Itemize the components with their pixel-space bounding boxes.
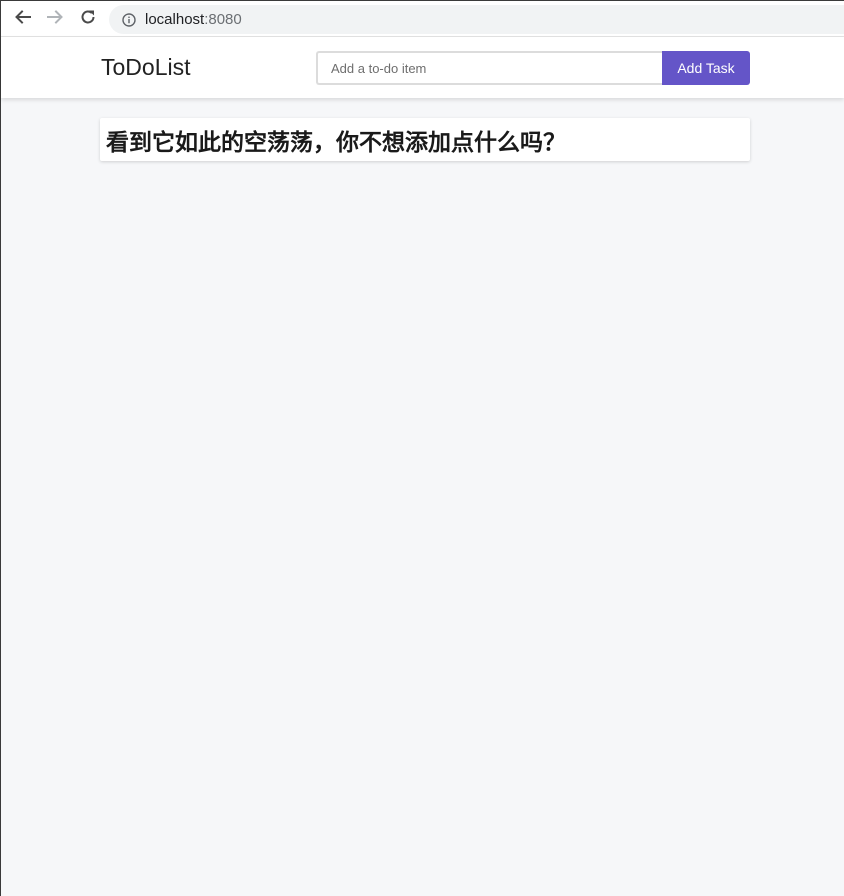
url-host: localhost [145,11,205,28]
reload-button[interactable] [76,7,100,31]
browser-toolbar: localhost:8080 [1,1,844,37]
arrow-right-icon [46,8,64,31]
arrow-left-icon [14,8,32,31]
info-icon[interactable] [121,12,137,28]
app-header: ToDoList Add Task [1,37,844,98]
window-border-left [0,0,1,896]
add-task-button[interactable]: Add Task [662,51,750,85]
empty-state-message: 看到它如此的空荡荡，你不想添加点什么吗？ [106,129,566,156]
app-title: ToDoList [101,54,191,80]
forward-button[interactable] [43,7,67,31]
empty-state-card: 看到它如此的空荡荡，你不想添加点什么吗？ [100,118,750,161]
todo-input[interactable] [316,51,664,85]
back-button[interactable] [11,7,35,31]
address-bar[interactable]: localhost:8080 [109,5,844,34]
url-port: :8080 [204,11,242,28]
reload-icon [79,8,97,31]
